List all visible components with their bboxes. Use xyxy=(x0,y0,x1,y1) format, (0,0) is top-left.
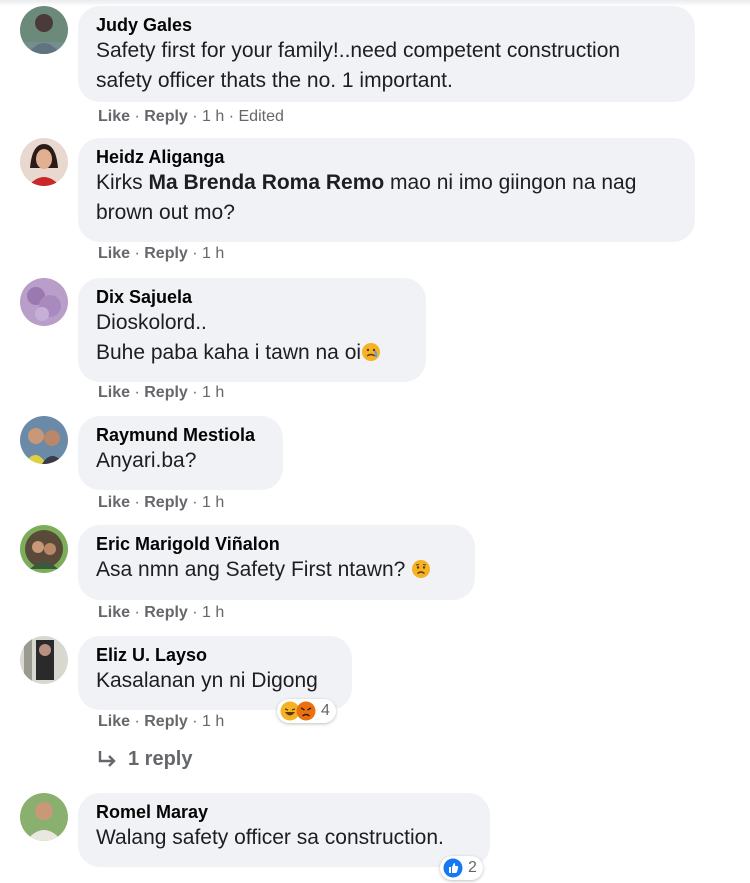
reply-link[interactable]: Reply xyxy=(144,108,188,125)
timestamp[interactable]: 1 h xyxy=(202,108,224,125)
comment-bubble: Dix Sajuela Dioskolord.. Buhe paba kaha … xyxy=(78,278,426,382)
avatar[interactable] xyxy=(20,138,68,186)
reply-link[interactable]: Reply xyxy=(144,494,188,511)
comment-bubble: Heidz Aliganga Kirks Ma Brenda Roma Remo… xyxy=(78,138,695,242)
edited-label: Edited xyxy=(238,108,284,125)
comment-text: Anyari.ba? xyxy=(96,449,197,472)
comment-actions: Like · Reply · 1 h xyxy=(98,245,225,262)
timestamp[interactable]: 1 h xyxy=(202,245,224,262)
commenter-name[interactable]: Heidz Aliganga xyxy=(96,146,677,168)
reply-arrow-icon xyxy=(96,747,120,771)
like-link[interactable]: Like xyxy=(98,108,130,125)
comment-actions: Like · Reply · 1 h xyxy=(98,494,225,511)
view-replies-label: 1 reply xyxy=(128,747,193,770)
angry-reaction-icon xyxy=(296,701,316,721)
timestamp[interactable]: 1 h xyxy=(202,384,224,401)
like-reaction-icon xyxy=(443,858,463,878)
comment-text: Asa nmn ang Safety First ntawn? xyxy=(96,555,457,588)
commenter-name[interactable]: Raymund Mestiola xyxy=(96,424,265,446)
comment-actions: Like · Reply · 1 h · Edited xyxy=(98,108,284,125)
view-replies-link[interactable]: 1 reply xyxy=(96,747,192,771)
reply-link[interactable]: Reply xyxy=(144,384,188,401)
avatar[interactable] xyxy=(20,525,68,573)
comment-text: Walang safety officer sa construction. xyxy=(96,826,444,849)
timestamp[interactable]: 1 h xyxy=(202,494,224,511)
comment-bubble: Raymund Mestiola Anyari.ba? xyxy=(78,416,283,490)
like-link[interactable]: Like xyxy=(98,604,130,621)
avatar[interactable] xyxy=(20,416,68,464)
comment-bubble: Eric Marigold Viñalon Asa nmn ang Safety… xyxy=(78,525,475,600)
reaction-count: 4 xyxy=(321,702,330,719)
timestamp[interactable]: 1 h xyxy=(202,713,224,730)
comment-text: Kirks Ma Brenda Roma Remo mao ni imo gii… xyxy=(96,171,637,224)
avatar[interactable] xyxy=(20,6,68,54)
commenter-name[interactable]: Eliz U. Layso xyxy=(96,644,334,666)
commenter-name[interactable]: Dix Sajuela xyxy=(96,286,408,308)
commenter-name[interactable]: Judy Gales xyxy=(96,14,677,36)
sad-face-icon xyxy=(411,558,431,588)
comment-text: Kasalanan yn ni Digong xyxy=(96,669,318,692)
like-link[interactable]: Like xyxy=(98,245,130,262)
mention-link[interactable]: Ma Brenda Roma Remo xyxy=(149,171,385,194)
like-link[interactable]: Like xyxy=(98,384,130,401)
reaction-summary[interactable]: 4 xyxy=(277,699,336,723)
comment-actions: Like · Reply · 1 h xyxy=(98,384,225,401)
avatar[interactable] xyxy=(20,278,68,326)
like-link[interactable]: Like xyxy=(98,494,130,511)
reaction-count: 2 xyxy=(468,859,477,876)
reaction-summary[interactable]: 2 xyxy=(440,856,483,880)
comment-actions: Like · Reply · 1 h xyxy=(98,713,225,730)
comment-bubble: Judy Gales Safety first for your family!… xyxy=(78,6,695,102)
avatar[interactable] xyxy=(20,636,68,684)
commenter-name[interactable]: Romel Maray xyxy=(96,801,472,823)
timestamp[interactable]: 1 h xyxy=(202,604,224,621)
comment-bubble: Romel Maray Walang safety officer sa con… xyxy=(78,793,490,867)
crying-face-icon xyxy=(361,341,381,371)
comment-actions: Like · Reply · 1 h xyxy=(98,604,225,621)
reply-link[interactable]: Reply xyxy=(144,245,188,262)
like-link[interactable]: Like xyxy=(98,713,130,730)
commenter-name[interactable]: Eric Marigold Viñalon xyxy=(96,533,457,555)
reply-link[interactable]: Reply xyxy=(144,604,188,621)
comment-text: Safety first for your family!..need comp… xyxy=(96,39,621,92)
comment-text: Dioskolord.. Buhe paba kaha i tawn na oi xyxy=(96,308,408,371)
reply-link[interactable]: Reply xyxy=(144,713,188,730)
avatar[interactable] xyxy=(20,793,68,841)
